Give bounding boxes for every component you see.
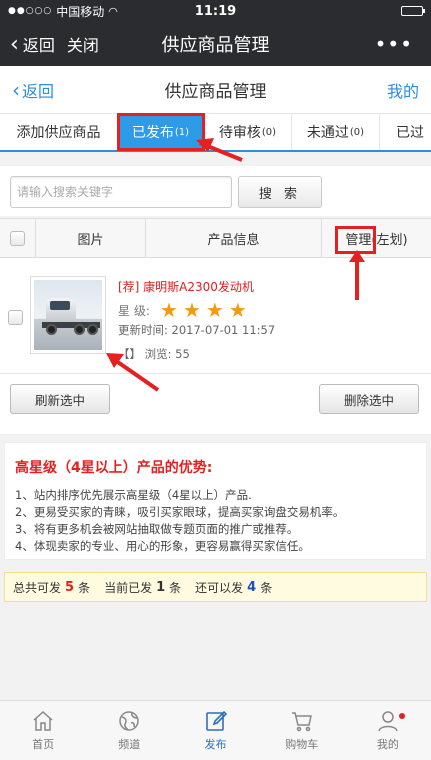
page-back-label: 返回 bbox=[22, 81, 55, 101]
star-advantages-panel: 高星级（4星以上）产品的优势: 1、站内排序优先展示高星级（4星以上）产品. 2… bbox=[4, 442, 427, 560]
tabbar-item-cart[interactable]: 购物车 bbox=[259, 701, 345, 760]
tab-label: 未通过 bbox=[306, 125, 349, 141]
wifi-icon: ◠ bbox=[108, 4, 118, 18]
carrier-label: 中国移动 bbox=[56, 4, 105, 19]
search-input[interactable] bbox=[10, 176, 232, 208]
mine-link[interactable]: 我的 bbox=[387, 78, 419, 102]
clock: 11:19 bbox=[194, 3, 237, 19]
status-tabs: 添加供应商品 已发布 (1) 待审核 (0) 未通过 (0) 已过 bbox=[0, 114, 431, 152]
tabbar-item-home[interactable]: 首页 bbox=[0, 701, 86, 760]
tab-label: 已过 bbox=[396, 125, 424, 141]
column-header-manage: 管理(左划) bbox=[345, 232, 408, 248]
cart-icon bbox=[291, 712, 312, 732]
tab-published[interactable]: 已发布 (1) bbox=[118, 114, 204, 150]
quota-unit: 条 bbox=[260, 580, 273, 595]
tips-line: 2、更易受买家的青睐，吸引买家眼球，提高买家询盘交易机率。 bbox=[15, 505, 345, 519]
home-icon bbox=[33, 710, 53, 731]
tab-count: (0) bbox=[349, 126, 365, 138]
column-header-image: 图片 bbox=[36, 219, 146, 257]
nav-back-label: 返回 bbox=[22, 36, 55, 55]
tabbar-item-mine[interactable]: 我的 bbox=[345, 701, 431, 760]
signal-icon: ●●○○○ bbox=[8, 6, 53, 16]
app-top-bar: ●●○○○ 中国移动 ◠ 11:19 ‹ 返回 关闭 供应商品管理 ••• bbox=[0, 0, 431, 66]
battery-icon bbox=[401, 6, 425, 16]
quota-remaining-value: 4 bbox=[247, 579, 257, 595]
page-title: 供应商品管理 bbox=[164, 82, 267, 102]
bottom-tab-bar: 首页 频道 发布 购物车 我的 bbox=[0, 700, 431, 760]
page-back-button[interactable]: ‹ 返回 bbox=[12, 78, 54, 102]
nav-title: 供应商品管理 bbox=[161, 35, 270, 56]
tab-count: (0) bbox=[261, 126, 277, 138]
quota-total-value: 5 bbox=[65, 579, 75, 595]
search-button[interactable]: 搜 索 bbox=[238, 176, 322, 208]
chevron-left-icon: ‹ bbox=[10, 31, 19, 57]
truck-image bbox=[34, 280, 102, 350]
quota-used-label: 当前已发 bbox=[104, 580, 153, 595]
bulk-actions: 刷新选中 删除选中 bbox=[0, 374, 431, 434]
tabbar-item-channel[interactable]: 频道 bbox=[86, 701, 172, 760]
refresh-selected-button[interactable]: 刷新选中 bbox=[10, 384, 110, 414]
quota-total-label: 总共可发 bbox=[13, 580, 62, 595]
delete-selected-button[interactable]: 删除选中 bbox=[319, 384, 419, 414]
star-icon: ★ bbox=[228, 298, 247, 322]
tabbar-label: 发布 bbox=[204, 738, 227, 751]
tab-label: 添加供应商品 bbox=[16, 125, 101, 141]
tips-line: 4、体现卖家的专业、用心的形象，更容易赢得买家信任。 bbox=[15, 539, 310, 553]
product-thumbnail[interactable] bbox=[30, 276, 106, 354]
row-checkbox[interactable] bbox=[8, 310, 23, 325]
updated-time: 更新时间: 2017-07-01 11:57 bbox=[118, 323, 276, 337]
tab-add-product[interactable]: 添加供应商品 bbox=[0, 114, 118, 150]
tabbar-label: 我的 bbox=[376, 738, 399, 751]
tab-label: 已发布 bbox=[131, 125, 174, 141]
star-icon: ★ bbox=[160, 298, 178, 322]
table-row[interactable]: [荐] 康明斯A2300发动机 星 级: ★ ★ ★ ★ 更新时间: 2017-07-… bbox=[0, 258, 431, 374]
chevron-left-icon: ‹ bbox=[12, 77, 20, 102]
star-icon: ★ bbox=[205, 298, 224, 322]
globe-icon bbox=[119, 711, 140, 731]
quota-used-value: 1 bbox=[156, 579, 166, 595]
nav-back-button[interactable]: ‹ 返回 bbox=[10, 32, 55, 57]
column-header-info: 产品信息 bbox=[146, 219, 322, 257]
star-label: 星 级: bbox=[118, 303, 150, 318]
quota-remaining-label: 还可以发 bbox=[195, 580, 244, 595]
notification-dot bbox=[398, 713, 405, 719]
edit-icon bbox=[205, 710, 227, 731]
tab-rejected[interactable]: 未通过 (0) bbox=[292, 114, 380, 150]
tabbar-label: 购物车 bbox=[285, 738, 319, 751]
page-header: ‹ 返回 供应商品管理 我的 bbox=[0, 66, 431, 114]
quota-summary: 总共可发 5 条 当前已发 1 条 还可以发 4 条 bbox=[4, 572, 427, 602]
tab-expired[interactable]: 已过 bbox=[380, 114, 431, 150]
nav-close-button[interactable]: 关闭 bbox=[67, 32, 99, 56]
star-icon: ★ bbox=[182, 298, 201, 322]
tabbar-label: 首页 bbox=[32, 738, 55, 751]
star-rating: 星 级: ★ ★ ★ ★ bbox=[118, 298, 338, 322]
tab-pending[interactable]: 待审核 (0) bbox=[204, 114, 292, 150]
select-all-checkbox[interactable] bbox=[10, 230, 25, 246]
tab-count: (1) bbox=[174, 126, 190, 138]
user-icon bbox=[378, 711, 398, 732]
more-icon[interactable]: ••• bbox=[375, 32, 413, 56]
quota-unit: 条 bbox=[78, 580, 91, 595]
view-count: 【】 浏览: 55 bbox=[118, 347, 190, 361]
tab-label: 待审核 bbox=[218, 125, 261, 141]
tabbar-label: 频道 bbox=[118, 738, 141, 751]
tips-line: 1、站内排序优先展示高星级（4星以上）产品. bbox=[15, 488, 252, 502]
stars: ★ ★ ★ ★ bbox=[160, 300, 252, 320]
tabbar-item-publish[interactable]: 发布 bbox=[172, 701, 258, 760]
status-bar: ●●○○○ 中国移动 ◠ 11:19 bbox=[0, 0, 431, 22]
table-header: 图片 产品信息 管理(左划) bbox=[0, 218, 431, 258]
tips-title: 高星级（4星以上）产品的优势: bbox=[15, 460, 213, 476]
tips-line: 3、将有更多机会被网站抽取做专题页面的推广或推荐。 bbox=[15, 522, 299, 536]
product-name-link[interactable]: [荐] 康明斯A2300发动机 bbox=[118, 278, 338, 296]
quota-unit: 条 bbox=[169, 580, 182, 595]
search-bar: 搜 索 bbox=[0, 166, 431, 216]
